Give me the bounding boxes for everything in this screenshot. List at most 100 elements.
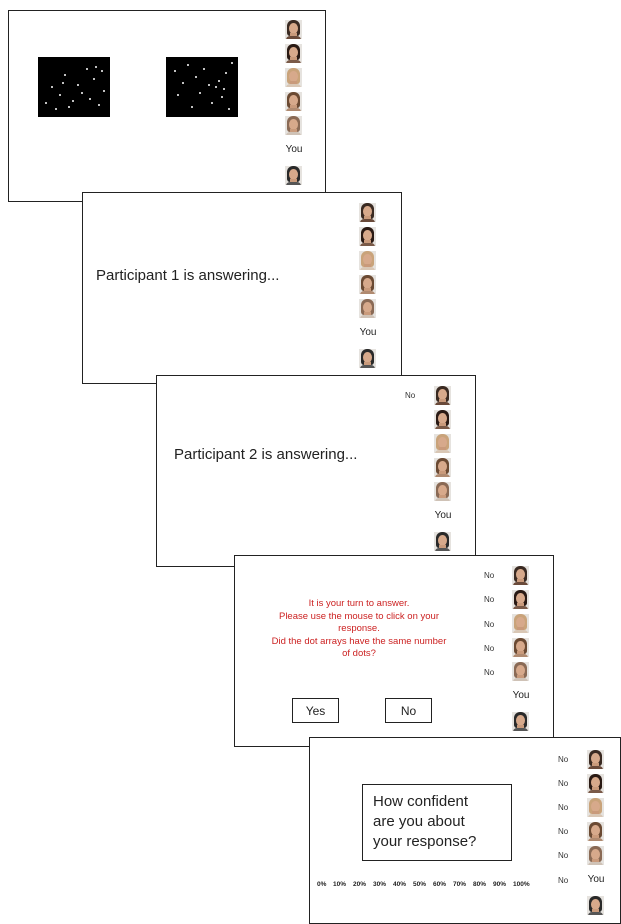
participant-face-1-icon xyxy=(285,20,302,39)
participant-slot xyxy=(423,458,463,478)
participant-slot xyxy=(501,638,541,658)
participant-face-2-icon xyxy=(285,44,302,63)
participant-slot xyxy=(576,798,616,818)
confidence-option[interactable]: 10% xyxy=(333,881,346,888)
participant-slot xyxy=(274,20,314,40)
participant-face-5-icon xyxy=(285,116,302,135)
participant-face-4-icon xyxy=(434,458,451,477)
participant-slot xyxy=(348,227,388,247)
participant-slot xyxy=(576,846,616,866)
response-no-label: No xyxy=(484,620,495,629)
participant-face-5-icon xyxy=(434,482,451,501)
participant-face-1-icon xyxy=(359,203,376,222)
prompt-line: response. xyxy=(338,623,380,634)
response-no-label: No xyxy=(558,827,569,836)
response-no-label: No xyxy=(484,571,495,580)
response-no-label: No xyxy=(484,668,495,677)
you-slot: You xyxy=(576,870,616,890)
self-slot xyxy=(274,166,314,186)
response-no-label: No xyxy=(405,391,416,400)
you-label: You xyxy=(359,327,377,338)
participant-slot xyxy=(501,590,541,610)
participant-face-5-icon xyxy=(587,846,604,865)
self-face-icon xyxy=(285,166,302,185)
confidence-option[interactable]: 70% xyxy=(453,881,466,888)
participant-slot xyxy=(423,434,463,454)
self-slot xyxy=(348,349,388,369)
confidence-option[interactable]: 100% xyxy=(513,881,530,888)
participant-slot xyxy=(576,822,616,842)
participant-face-2-icon xyxy=(359,227,376,246)
dot-array-screen: You xyxy=(8,10,326,202)
you-label: You xyxy=(434,510,452,521)
participant-face-3-icon xyxy=(587,798,604,817)
confidence-option[interactable]: 50% xyxy=(413,881,426,888)
participant-face-4-icon xyxy=(359,275,376,294)
your-turn-screen: It is your turn to answer. Please use th… xyxy=(234,555,554,747)
confidence-scale: 0% 10% 20% 30% 40% 50% 60% 70% 80% 90% 1… xyxy=(317,881,547,893)
you-label: You xyxy=(512,690,530,701)
self-slot xyxy=(423,532,463,552)
participant-slot xyxy=(576,774,616,794)
participant-face-1-icon xyxy=(587,750,604,769)
participant-face-4-icon xyxy=(285,92,302,111)
confidence-option[interactable]: 60% xyxy=(433,881,446,888)
confidence-option[interactable]: 20% xyxy=(353,881,366,888)
participant-slot xyxy=(501,662,541,682)
confidence-option[interactable]: 90% xyxy=(493,881,506,888)
self-slot xyxy=(501,712,541,732)
participant-face-4-icon xyxy=(512,638,529,657)
participant-face-2-icon xyxy=(512,590,529,609)
dot-array-right xyxy=(166,57,238,117)
prompt-line: Did the dot arrays have the same number xyxy=(271,635,447,647)
confidence-rating-screen: How confident are you about your respons… xyxy=(309,737,621,924)
participant-slot xyxy=(348,275,388,295)
response-no-label: No xyxy=(558,803,569,812)
response-no-label: No xyxy=(558,779,569,788)
participant-face-3-icon xyxy=(285,68,302,87)
participant-slot xyxy=(501,566,541,586)
you-slot: You xyxy=(423,506,463,526)
question-line: your response? xyxy=(373,833,477,850)
dot-array-left xyxy=(38,57,110,117)
confidence-option[interactable]: 0% xyxy=(317,881,326,888)
participant-face-3-icon xyxy=(512,614,529,633)
self-face-icon xyxy=(359,349,376,368)
self-face-icon xyxy=(587,896,604,915)
you-slot: You xyxy=(274,140,314,160)
response-no-label: No xyxy=(558,755,569,764)
question-line: How confident xyxy=(373,793,469,810)
participant-slot xyxy=(423,386,463,406)
response-no-label: No xyxy=(484,595,495,604)
participant-2-answering-screen: Participant 2 is answering... No You xyxy=(156,375,476,567)
participant-face-2-icon xyxy=(434,410,451,429)
you-label: You xyxy=(285,144,303,155)
self-slot xyxy=(576,896,616,916)
participant-face-5-icon xyxy=(512,662,529,681)
prompt-line: of dots? xyxy=(342,648,376,659)
status-message: Participant 1 is answering... xyxy=(96,267,280,284)
confidence-option[interactable]: 40% xyxy=(393,881,406,888)
participant-slot xyxy=(348,299,388,319)
participant-face-1-icon xyxy=(512,566,529,585)
confidence-option[interactable]: 80% xyxy=(473,881,486,888)
response-no-label: No xyxy=(558,851,569,860)
status-message: Participant 2 is answering... xyxy=(174,446,358,463)
yes-button[interactable]: Yes xyxy=(292,698,339,723)
participant-slot xyxy=(274,68,314,88)
confidence-option[interactable]: 30% xyxy=(373,881,386,888)
participant-slot xyxy=(423,482,463,502)
answer-prompt: It is your turn to answer. Please use th… xyxy=(243,598,475,661)
self-face-icon xyxy=(434,532,451,551)
you-slot: You xyxy=(501,686,541,706)
prompt-line: Please use the mouse to click on your xyxy=(278,610,439,622)
you-slot: You xyxy=(348,323,388,343)
participant-slot xyxy=(501,614,541,634)
participant-1-answering-screen: Participant 1 is answering... You xyxy=(82,192,402,384)
you-label: You xyxy=(587,874,605,885)
participant-slot xyxy=(274,116,314,136)
no-button[interactable]: No xyxy=(385,698,432,723)
participant-face-2-icon xyxy=(587,774,604,793)
participant-face-5-icon xyxy=(359,299,376,318)
confidence-question: How confident are you about your respons… xyxy=(362,784,512,861)
